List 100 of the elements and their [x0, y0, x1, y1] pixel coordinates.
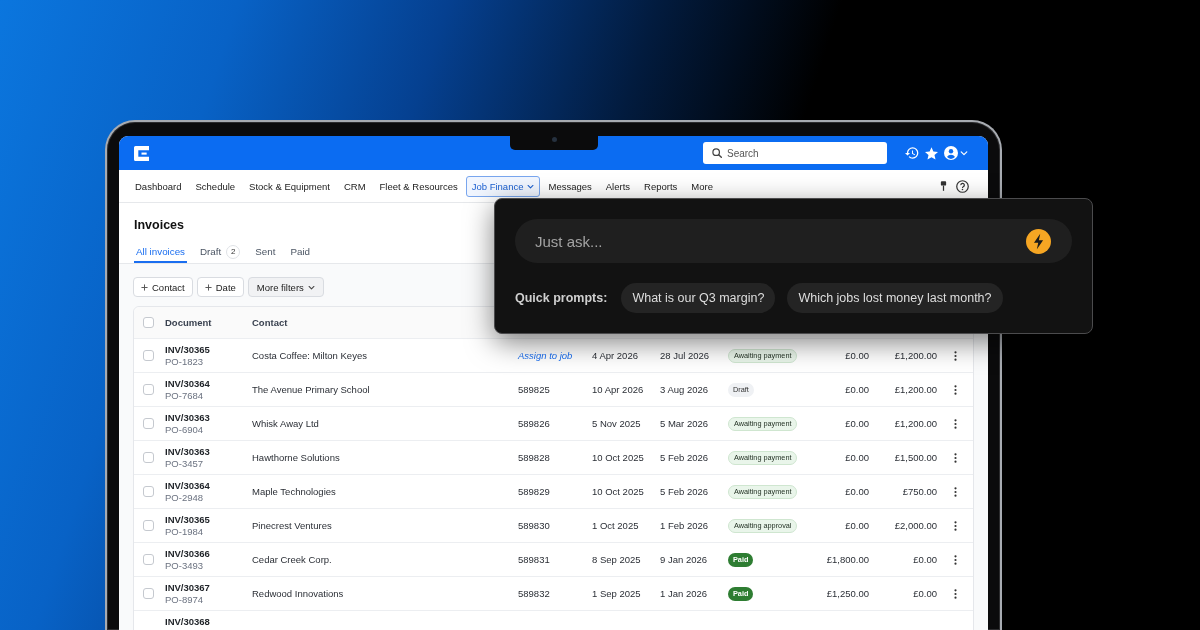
- filter-button[interactable]: More filters: [247, 277, 324, 297]
- logo-icon[interactable]: [134, 145, 149, 161]
- table-cell: Maple Technologies: [252, 485, 336, 498]
- more-icon[interactable]: [954, 384, 957, 395]
- nav-link[interactable]: Alerts: [599, 175, 637, 197]
- more-icon[interactable]: [954, 588, 957, 599]
- nav-link[interactable]: Reports: [638, 175, 684, 197]
- table-cell: 9 Jan 2026: [660, 553, 707, 566]
- table-cell: £0.00: [845, 519, 869, 532]
- row-checkbox[interactable]: [143, 418, 154, 429]
- more-icon[interactable]: [954, 350, 957, 361]
- table-cell: 10 Oct 2025: [592, 485, 644, 498]
- po-number: PO-3457: [165, 458, 204, 470]
- prompt-chip[interactable]: Which jobs lost money last month?: [787, 283, 1003, 313]
- table-cell: £0.00: [845, 485, 869, 498]
- table-cell: 5 Feb 2026: [660, 485, 709, 498]
- table-cell: 589826: [518, 417, 550, 430]
- account-icon[interactable]: [944, 146, 958, 160]
- tab[interactable]: All invoices: [134, 240, 187, 263]
- table-cell: 589829: [518, 485, 550, 498]
- po-number: PO-6904: [165, 424, 204, 436]
- help-icon[interactable]: [956, 179, 969, 193]
- po-number: PO-2948: [165, 492, 204, 504]
- filter-button[interactable]: Date: [196, 277, 244, 297]
- table-cell: 28 Jul 2026: [660, 349, 710, 362]
- po-number: PO-1823: [165, 356, 204, 368]
- prompts-label: Quick prompts:: [515, 291, 608, 305]
- table-cell: 1 Jan 2026: [660, 587, 707, 600]
- search-field[interactable]: Search: [703, 142, 887, 164]
- row-checkbox[interactable]: [143, 486, 154, 497]
- more-icon[interactable]: [954, 452, 957, 463]
- more-icon[interactable]: [954, 418, 957, 429]
- more-icon[interactable]: [954, 520, 957, 531]
- table-cell: 10 Oct 2025: [592, 451, 644, 464]
- column-header: Contact: [252, 316, 288, 329]
- row-checkbox[interactable]: [143, 520, 154, 531]
- filter-button[interactable]: Contact: [133, 277, 193, 297]
- table-cell: 8 Sep 2025: [592, 553, 641, 566]
- search-icon: [712, 148, 722, 158]
- invoice-number: INV/30367: [165, 582, 210, 594]
- nav-link[interactable]: Stock & Equipment: [243, 175, 336, 197]
- table-cell: 1 Oct 2025: [592, 519, 639, 532]
- nav-link[interactable]: CRM: [337, 175, 372, 197]
- table-cell: Redwood Innovations: [252, 587, 344, 600]
- prompt-chip[interactable]: What is our Q3 margin?: [621, 283, 776, 313]
- caret-icon: [307, 283, 315, 291]
- camera-lens-icon: [551, 137, 557, 142]
- count-badge: 2: [226, 245, 241, 259]
- table-cell: £0.00: [845, 417, 869, 430]
- caret-icon[interactable]: [960, 149, 968, 157]
- invoice-number: INV/30363: [165, 412, 210, 424]
- star-icon[interactable]: [925, 146, 938, 160]
- table-cell: £0.00: [845, 451, 869, 464]
- table-cell: 10 Apr 2026: [592, 383, 644, 396]
- tab[interactable]: Paid: [288, 240, 312, 263]
- history-icon[interactable]: [905, 146, 919, 160]
- table-cell: Cedar Creek Corp.: [252, 553, 332, 566]
- table-cell: 589830: [518, 519, 550, 532]
- table-cell: Pinecrest Ventures: [252, 519, 332, 532]
- table-cell: £1,200.00: [894, 349, 937, 362]
- more-icon[interactable]: [954, 554, 957, 565]
- table-cell: £1,200.00: [894, 383, 937, 396]
- po-number: PO-7684: [165, 390, 204, 402]
- assign-job-link[interactable]: Assign to job: [518, 349, 573, 362]
- nav-link[interactable]: Schedule: [189, 175, 242, 197]
- tab[interactable]: Sent: [253, 240, 278, 263]
- table-cell: 1 Sep 2025: [592, 587, 641, 600]
- more-icon[interactable]: [954, 486, 957, 497]
- pin-icon[interactable]: [940, 181, 947, 191]
- invoice-number: INV/30365: [165, 344, 210, 356]
- table-cell: £0.00: [913, 553, 937, 566]
- table-cell: 589825: [518, 383, 550, 396]
- table-cell: £1,250.00: [826, 587, 869, 600]
- nav-link[interactable]: Fleet & Resources: [373, 175, 464, 197]
- invoice-number: INV/30364: [165, 480, 210, 492]
- nav-link[interactable]: Messages: [542, 175, 598, 197]
- row-checkbox[interactable]: [143, 452, 154, 463]
- table-cell: £0.00: [845, 349, 869, 362]
- nav-link[interactable]: More: [685, 175, 719, 197]
- po-number: PO-3493: [165, 560, 204, 572]
- nav-link[interactable]: Dashboard: [129, 175, 188, 197]
- row-checkbox[interactable]: [143, 554, 154, 565]
- table-cell: £750.00: [902, 485, 937, 498]
- select-all-checkbox[interactable]: [143, 317, 154, 328]
- invoice-number: INV/30368: [165, 616, 210, 628]
- table-cell: 589832: [518, 587, 550, 600]
- tab[interactable]: Draft 2: [198, 240, 243, 263]
- table-cell: £2,000.00: [894, 519, 937, 532]
- ask-field[interactable]: Just ask...: [515, 219, 1072, 263]
- table-cell: 589831: [518, 553, 550, 566]
- po-number: PO-1984: [165, 526, 204, 538]
- column-header: Document: [165, 316, 212, 329]
- nav-link[interactable]: Job Finance: [465, 175, 541, 197]
- table-cell: 589828: [518, 451, 550, 464]
- table-cell: Costa Coffee: Milton Keyes: [252, 349, 367, 362]
- page-title: Invoices: [134, 218, 185, 232]
- row-checkbox[interactable]: [143, 384, 154, 395]
- row-checkbox[interactable]: [143, 588, 154, 599]
- lightning-icon[interactable]: [1026, 229, 1051, 254]
- row-checkbox[interactable]: [143, 350, 154, 361]
